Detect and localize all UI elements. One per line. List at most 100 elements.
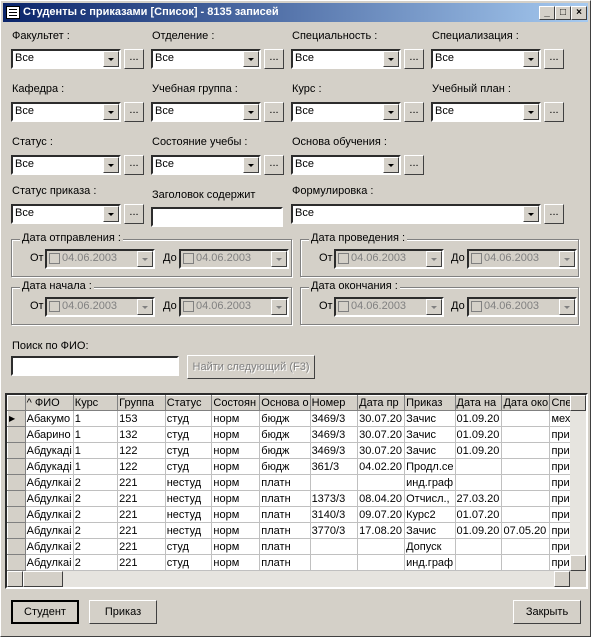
table-cell[interactable]: 221 [117, 490, 166, 507]
table-cell[interactable]: 1 [73, 458, 119, 475]
table-row[interactable]: Абдулкаі 2 221 нестуд норм платн инд.граф прикл [7, 474, 586, 491]
table-cell[interactable]: 3469/3 [310, 410, 359, 427]
search-input[interactable] [11, 356, 179, 376]
table-cell[interactable]: платн [259, 474, 311, 491]
table-cell[interactable]: 361/3 [310, 458, 359, 475]
scroll-right-icon[interactable] [554, 571, 570, 587]
table-row[interactable]: Абдулкаі 2 221 студ норм платн Допуск прикл [7, 538, 586, 555]
table-cell[interactable]: норм [211, 490, 261, 507]
current-row-indicator-icon[interactable]: ▶ [7, 410, 26, 427]
table-cell[interactable] [501, 554, 551, 571]
table-cell[interactable]: Отчисл., [404, 490, 456, 507]
row-indicator[interactable] [7, 506, 26, 523]
row-indicator[interactable] [7, 554, 26, 571]
table-cell[interactable]: 01.09.20 [455, 442, 503, 459]
checkbox-icon[interactable] [49, 253, 60, 264]
table-cell[interactable]: бюдж [259, 426, 311, 443]
department-select[interactable]: Все [151, 49, 261, 69]
study-basis-select[interactable]: Все [291, 155, 401, 175]
table-cell[interactable]: 1 [73, 410, 119, 427]
table-cell[interactable]: 1 [73, 426, 119, 443]
table-cell[interactable]: 27.03.20 [455, 490, 503, 507]
table-cell[interactable]: 221 [117, 506, 166, 523]
study-state-browse-button[interactable]: ... [264, 155, 284, 175]
chevron-down-icon[interactable] [523, 104, 539, 120]
header-contains-input[interactable] [151, 207, 283, 227]
sent-from-date[interactable]: 04.06.2003 [45, 249, 155, 269]
chevron-down-icon[interactable] [271, 251, 287, 267]
table-cell[interactable]: норм [211, 474, 261, 491]
table-cell[interactable]: 01.09.20 [455, 426, 503, 443]
table-cell[interactable] [455, 538, 503, 555]
row-indicator[interactable] [7, 522, 26, 539]
table-cell[interactable]: нестуд [165, 522, 213, 539]
table-cell[interactable]: платн [259, 538, 311, 555]
table-cell[interactable]: 01.09.20 [455, 522, 503, 539]
table-cell[interactable]: 1 [73, 442, 119, 459]
table-cell[interactable]: инд.граф [404, 474, 456, 491]
chevron-down-icon[interactable] [559, 299, 575, 315]
chevron-down-icon[interactable] [559, 251, 575, 267]
table-cell[interactable]: студ [165, 458, 213, 475]
table-cell[interactable]: норм [211, 442, 261, 459]
table-cell[interactable]: Абдулкаі [25, 538, 74, 555]
checkbox-icon[interactable] [338, 301, 349, 312]
column-header[interactable]: Группа [117, 395, 166, 411]
study-basis-browse-button[interactable]: ... [404, 155, 424, 175]
chevron-down-icon[interactable] [103, 51, 119, 67]
specialty-select[interactable]: Все [291, 49, 401, 69]
row-indicator[interactable] [7, 442, 26, 459]
order-status-select[interactable]: Все [11, 204, 121, 224]
table-cell[interactable]: Зачис [404, 410, 456, 427]
row-indicator[interactable] [7, 474, 26, 491]
table-cell[interactable]: 2 [73, 474, 119, 491]
table-cell[interactable]: 1373/3 [310, 490, 359, 507]
close-button[interactable]: Закрыть [513, 600, 581, 624]
table-cell[interactable]: норм [211, 426, 261, 443]
row-indicator[interactable] [7, 490, 26, 507]
column-header[interactable]: Курс [72, 395, 119, 411]
study-plan-browse-button[interactable]: ... [544, 102, 564, 122]
status-browse-button[interactable]: ... [124, 155, 144, 175]
table-cell[interactable] [310, 474, 359, 491]
chair-browse-button[interactable]: ... [124, 102, 144, 122]
chevron-down-icon[interactable] [103, 206, 119, 222]
sent-to-date[interactable]: 04.06.2003 [179, 249, 289, 269]
chevron-down-icon[interactable] [137, 251, 153, 267]
chevron-down-icon[interactable] [426, 251, 442, 267]
table-cell[interactable] [501, 410, 551, 427]
table-cell[interactable]: 153 [117, 410, 166, 427]
table-cell[interactable] [501, 506, 551, 523]
wording-select[interactable]: Все [291, 204, 541, 224]
column-header[interactable]: Статус [164, 395, 213, 411]
table-cell[interactable] [501, 426, 551, 443]
table-cell[interactable]: платн [259, 506, 311, 523]
table-cell[interactable]: Зачис [404, 426, 456, 443]
chevron-down-icon[interactable] [103, 157, 119, 173]
table-cell[interactable]: Зачис [404, 442, 456, 459]
column-header[interactable]: Номер [309, 395, 359, 411]
column-header[interactable]: Основа о [259, 395, 311, 411]
table-cell[interactable]: 2 [73, 538, 119, 555]
table-cell[interactable]: бюдж [259, 410, 311, 427]
chevron-down-icon[interactable] [523, 206, 539, 222]
table-cell[interactable] [501, 458, 551, 475]
table-cell[interactable] [357, 538, 406, 555]
checkbox-icon[interactable] [183, 253, 194, 264]
table-cell[interactable]: 3469/3 [310, 426, 359, 443]
table-cell[interactable]: Абдулкаі [25, 554, 74, 571]
department-browse-button[interactable]: ... [264, 49, 284, 69]
table-cell[interactable]: 2 [73, 490, 119, 507]
table-cell[interactable]: 30.07.20 [357, 410, 406, 427]
chevron-down-icon[interactable] [523, 51, 539, 67]
chevron-down-icon[interactable] [243, 51, 259, 67]
table-cell[interactable]: Абакумо [25, 410, 74, 427]
status-select[interactable]: Все [11, 155, 121, 175]
start-to-date[interactable]: 04.06.2003 [179, 297, 289, 317]
scroll-left-icon[interactable] [7, 571, 23, 587]
table-cell[interactable]: 2 [73, 506, 119, 523]
table-cell[interactable]: Абдулкаі [25, 474, 74, 491]
maximize-button[interactable]: □ [555, 6, 571, 20]
table-cell[interactable] [455, 458, 503, 475]
end-from-date[interactable]: 04.06.2003 [334, 297, 444, 317]
